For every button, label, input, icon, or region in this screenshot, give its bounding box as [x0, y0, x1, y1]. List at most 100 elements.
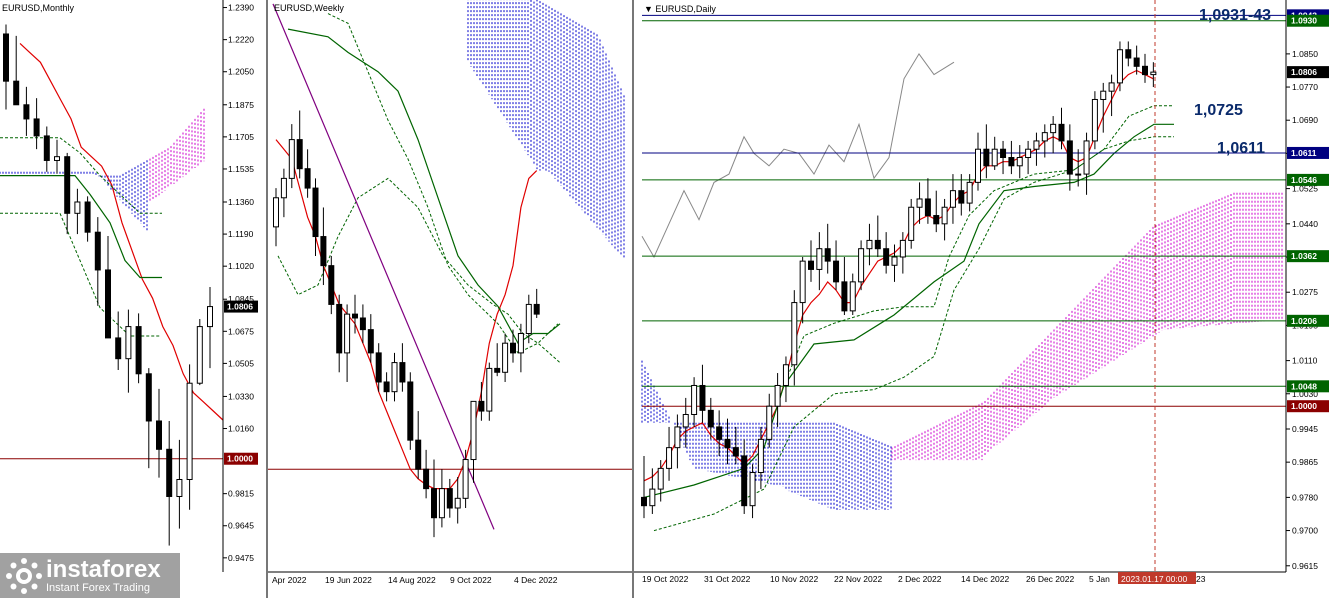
candle-body: [33, 118, 40, 137]
y-tick-label: 1.0110: [1292, 356, 1318, 366]
y-tick-label: 1.0850: [1292, 49, 1318, 59]
daily-plot-area: [634, 0, 1286, 572]
candle-body: [958, 190, 965, 204]
candle-body: [933, 215, 940, 225]
candle-body: [1116, 49, 1123, 84]
candle-body: [486, 367, 493, 412]
candle-body: [1050, 123, 1057, 134]
level-price-label: 1.0930: [1287, 14, 1329, 27]
candle-body: [641, 496, 647, 507]
candle-body: [649, 488, 656, 507]
candle-body: [724, 438, 731, 449]
candle-body: [858, 248, 865, 283]
candle-body: [383, 381, 390, 393]
y-tick-label: 1.1190: [228, 229, 254, 239]
candle-body: [866, 239, 873, 250]
x-tick-label: 10 Nov 2022: [770, 574, 818, 584]
candle-body: [517, 333, 524, 354]
level-label-text: 1.0206: [1291, 316, 1317, 326]
candle-body: [1016, 157, 1023, 167]
candle-body: [494, 367, 501, 373]
level-label-text: 1.0362: [1291, 251, 1317, 261]
x-tick-label: 9 Oct 2022: [450, 575, 492, 585]
x-tick-label: 31 Oct 2022: [704, 574, 751, 584]
candle-body: [312, 187, 319, 238]
x-tick-label: 5 Jan: [1089, 574, 1110, 584]
candle-body: [699, 384, 706, 411]
candle-body: [344, 313, 351, 354]
level-price-label: 1.0362: [1287, 250, 1329, 263]
candle-body: [757, 438, 764, 474]
candle-body: [899, 239, 906, 258]
candle-body: [502, 342, 509, 373]
candle-body: [1091, 98, 1098, 142]
candle-body: [983, 148, 990, 167]
candle-body: [1033, 140, 1040, 150]
level-price-label: 1.0048: [1287, 380, 1329, 393]
level-price-label: 1.0000: [1287, 400, 1329, 413]
candle-body: [367, 329, 374, 354]
level-label-text: 1.0611: [1291, 148, 1317, 158]
candle-body: [105, 269, 111, 339]
candle-body: [849, 281, 856, 312]
daily-time-axis: 19 Oct 2022 31 Oct 2022 10 Nov 2022 22 Nov …: [634, 571, 1286, 584]
level-price-label: 1.0546: [1287, 173, 1329, 186]
instaforex-watermark: instaforex Instant Forex Trading: [0, 553, 180, 598]
candle-body: [782, 364, 789, 386]
x-tick-label: 22 Nov 2022: [834, 574, 882, 584]
candle-body: [207, 306, 213, 328]
candle-body: [766, 405, 773, 440]
y-tick-label: 0.9615: [1292, 561, 1318, 571]
candle-body: [375, 352, 382, 383]
candle-body: [1075, 173, 1082, 176]
symbol-dropdown-icon[interactable]: ▼: [644, 4, 655, 14]
candle-body: [438, 488, 445, 519]
level-price-label: 1.0611: [1287, 146, 1329, 159]
x-tick-label: 19 Jun 2022: [325, 575, 372, 585]
y-tick-label: 1.1875: [228, 100, 254, 110]
candle-body: [1041, 132, 1048, 142]
watermark-brand: instaforex: [46, 556, 161, 583]
candle-body: [1000, 148, 1007, 159]
level-annotation: 1,0931-43: [1199, 7, 1271, 24]
candle-body: [273, 197, 279, 228]
daily-chart-title: ▼ EURUSD,Daily: [644, 4, 716, 14]
candle-body: [3, 33, 9, 82]
y-tick-label: 1.0275: [1292, 287, 1318, 297]
candle-body: [924, 198, 931, 217]
candle-body: [23, 104, 30, 120]
candle-body: [1058, 123, 1065, 142]
candle-body: [296, 139, 303, 170]
candle-body: [470, 400, 477, 461]
y-tick-label: 1.0330: [228, 391, 254, 401]
y-tick-label: 1.0505: [228, 358, 254, 368]
y-tick-label: 1.0440: [1292, 219, 1318, 229]
candle-body: [707, 409, 714, 428]
y-tick-label: 0.9475: [228, 553, 254, 563]
candle-body: [478, 400, 485, 412]
candle-body: [359, 317, 366, 331]
candle-body: [966, 181, 973, 204]
candle-body: [43, 135, 50, 161]
candle-body: [682, 413, 689, 428]
candle-body: [510, 342, 516, 354]
candle-body: [399, 362, 406, 383]
candle-body: [186, 382, 193, 480]
candle-body: [1066, 140, 1073, 175]
candle-body: [13, 80, 20, 106]
candle-body: [874, 239, 881, 250]
candle-body: [391, 362, 398, 393]
candle-body: [64, 156, 71, 214]
x-tick-label: 14 Aug 2022: [388, 575, 436, 585]
monthly-chart: 1.2390 1.2220 1.2050 1.1875 1.1705 1.1535 1.13…: [0, 0, 268, 598]
candle-body: [94, 231, 101, 271]
candle-body: [841, 281, 848, 312]
candle-body: [288, 139, 295, 179]
level-price-label: 1.0806: [1287, 66, 1329, 79]
candle-body: [533, 303, 540, 315]
level-label-text: 1.0806: [1291, 67, 1317, 77]
candle-body: [975, 148, 981, 183]
candle-body: [1142, 65, 1148, 76]
candle-body: [320, 236, 327, 267]
candle-body: [1008, 157, 1015, 167]
